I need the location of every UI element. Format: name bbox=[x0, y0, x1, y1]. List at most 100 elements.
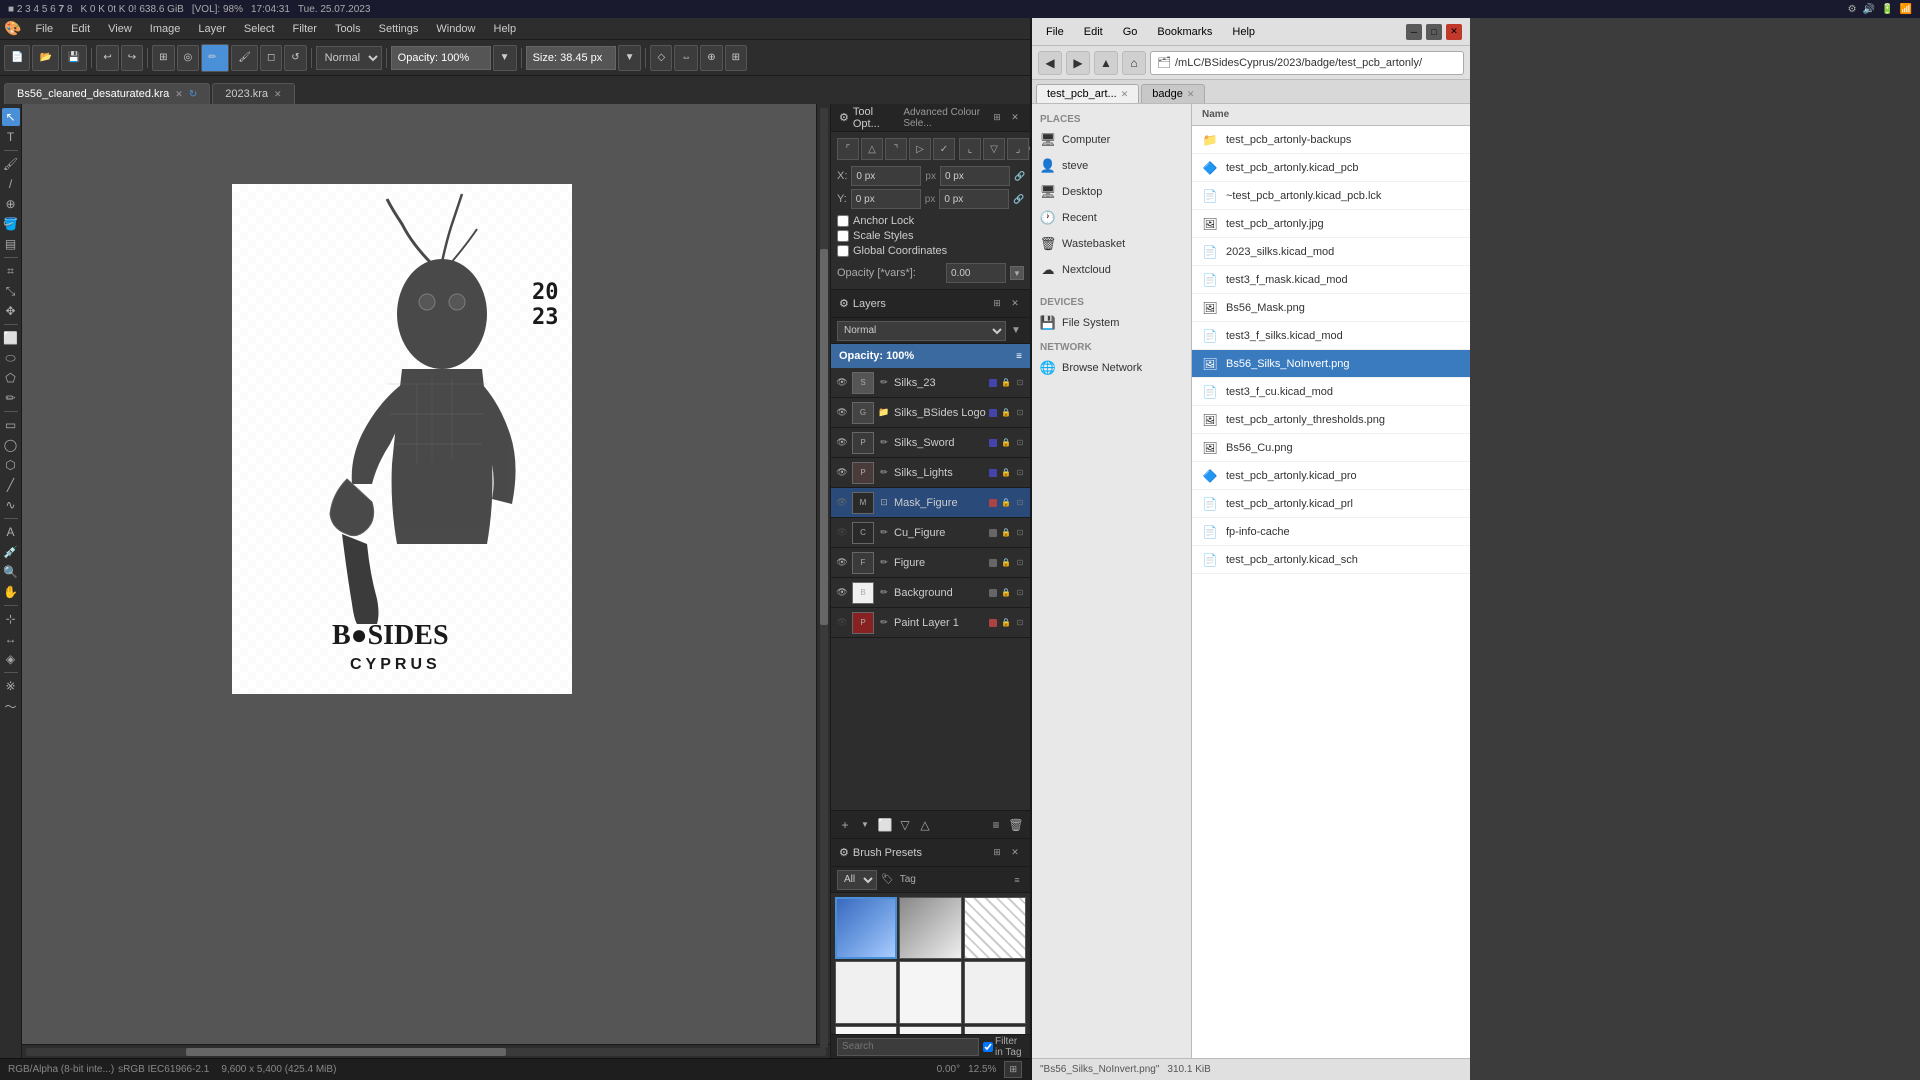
fm-col-name-header[interactable]: Name bbox=[1202, 109, 1460, 120]
layer-vis-silks23[interactable]: 👁 bbox=[835, 376, 849, 390]
y-input-1[interactable] bbox=[851, 189, 921, 209]
layer-inherit-bg[interactable]: ⊡ bbox=[1014, 587, 1026, 599]
tab-bs56-close[interactable]: ✕ bbox=[175, 89, 183, 100]
fm-home-btn[interactable]: ⌂ bbox=[1122, 51, 1146, 75]
v-scrollbar[interactable] bbox=[816, 104, 830, 1044]
fm-tab-badge[interactable]: badge ✕ bbox=[1141, 84, 1205, 103]
layer-inherit-cu[interactable]: ⊡ bbox=[1014, 527, 1026, 539]
fm-menu-go[interactable]: Go bbox=[1117, 24, 1144, 40]
fm-place-wastebasket[interactable]: 🗑 Wastebasket bbox=[1032, 231, 1191, 257]
sys-tray-icon2[interactable]: 🔊 bbox=[1863, 4, 1875, 15]
mirror-h-btn[interactable]: ⇔ bbox=[674, 45, 698, 71]
brush-presets-options-btn[interactable]: ≡ bbox=[1010, 873, 1024, 887]
fm-place-browse-network[interactable]: 🌐 Browse Network bbox=[1032, 355, 1191, 381]
brush-item-5[interactable] bbox=[899, 961, 961, 1023]
crop-tool[interactable]: ⌗ bbox=[2, 262, 20, 280]
layer-inherit-paint1[interactable]: ⊡ bbox=[1014, 617, 1026, 629]
sys-tray-icon1[interactable]: ⚙ bbox=[1848, 4, 1857, 15]
eyedropper-tool[interactable]: 💉 bbox=[2, 543, 20, 561]
menu-layer[interactable]: Layer bbox=[190, 21, 234, 37]
fm-menu-file[interactable]: File bbox=[1040, 24, 1070, 40]
layer-vis-paint1[interactable]: 👁 bbox=[835, 616, 849, 630]
freehand-select-tool[interactable]: ✏ bbox=[2, 389, 20, 407]
layer-alpha-paint1[interactable]: 🔒 bbox=[1000, 617, 1012, 629]
layer-figure[interactable]: 👁 F ✏ Figure 🔒 ⊡ bbox=[831, 548, 1030, 578]
fm-file-test3-f-mask[interactable]: 📄 test3_f_mask.kicad_mod bbox=[1192, 266, 1470, 294]
layer-alpha-bsides[interactable]: 🔒 bbox=[1000, 407, 1012, 419]
brush-preset-button[interactable]: 🖌 bbox=[231, 45, 258, 71]
sys-tray-icon3[interactable]: 🔋 bbox=[1881, 4, 1893, 15]
select-tool[interactable]: ↖ bbox=[2, 108, 20, 126]
anchor-lock-checkbox[interactable] bbox=[837, 215, 849, 227]
layer-alpha-lights[interactable]: 🔒 bbox=[1000, 467, 1012, 479]
layer-alpha-bg[interactable]: 🔒 bbox=[1000, 587, 1012, 599]
geo-btn-bottomleft[interactable]: ⌞ bbox=[959, 138, 981, 160]
brush-item-9[interactable] bbox=[964, 1026, 1026, 1034]
menu-view[interactable]: View bbox=[100, 21, 140, 37]
gradient-tool[interactable]: ▤ bbox=[2, 235, 20, 253]
brush-select-button[interactable]: ✏ bbox=[201, 44, 229, 72]
brush-item-8[interactable] bbox=[899, 1026, 961, 1034]
layer-paint1[interactable]: 👁 P ✏ Paint Layer 1 🔒 ⊡ bbox=[831, 608, 1030, 638]
brush-search-input[interactable] bbox=[837, 1038, 979, 1056]
layers-delete-btn[interactable]: 🗑 bbox=[1008, 817, 1024, 833]
layer-inherit-mask[interactable]: ⊡ bbox=[1014, 497, 1026, 509]
fm-file-jpg[interactable]: 🖼 test_pcb_artonly.jpg bbox=[1192, 210, 1470, 238]
fm-file-test3-f-silks[interactable]: 📄 test3_f_silks.kicad_mod bbox=[1192, 322, 1470, 350]
fm-file-kicad-pcb[interactable]: 🔷 test_pcb_artonly.kicad_pcb bbox=[1192, 154, 1470, 182]
freehand-brush-tool[interactable]: 🖌 bbox=[2, 155, 20, 173]
layers-copy-btn[interactable]: ⬜ bbox=[877, 817, 893, 833]
y-lock-icon[interactable]: 🔗 bbox=[1013, 192, 1024, 206]
layer-vis-cu[interactable]: 👁 bbox=[835, 526, 849, 540]
layer-vis-lights[interactable]: 👁 bbox=[835, 466, 849, 480]
new-file-button[interactable]: 📄 bbox=[4, 45, 30, 71]
brush-item-2[interactable] bbox=[899, 897, 961, 959]
layers-merge-down-btn[interactable]: ▽ bbox=[897, 817, 913, 833]
fm-place-computer[interactable]: 🖥 Computer bbox=[1032, 127, 1191, 153]
fm-file-kicad-pro[interactable]: 🔷 test_pcb_artonly.kicad_pro bbox=[1192, 462, 1470, 490]
open-file-button[interactable]: 📂 bbox=[32, 45, 58, 71]
brush-item-1[interactable] bbox=[835, 897, 897, 959]
layer-inherit-sword[interactable]: ⊡ bbox=[1014, 437, 1026, 449]
refresh-button[interactable]: ↺ bbox=[284, 45, 306, 71]
zoom-100-button[interactable]: ◎ bbox=[177, 45, 200, 71]
y-input-2[interactable] bbox=[939, 189, 1009, 209]
layer-cu-figure[interactable]: 👁 C ✏ Cu_Figure 🔒 ⊡ bbox=[831, 518, 1030, 548]
layer-background[interactable]: 👁 B ✏ Background 🔒 ⊡ bbox=[831, 578, 1030, 608]
layer-vis-figure[interactable]: 👁 bbox=[835, 556, 849, 570]
zoom-tool[interactable]: 🔍 bbox=[2, 563, 20, 581]
pan-tool[interactable]: ✋ bbox=[2, 583, 20, 601]
rect-select-tool[interactable]: ⬜ bbox=[2, 329, 20, 347]
fm-tab-pcb[interactable]: test_pcb_art... ✕ bbox=[1036, 84, 1139, 103]
layers-float-btn[interactable]: ⊞ bbox=[990, 297, 1004, 311]
layer-silks23[interactable]: 👁 S ✏ Silks_23 🔒 ⊡ bbox=[831, 368, 1030, 398]
bezier-tool[interactable]: ∿ bbox=[2, 496, 20, 514]
fm-place-filesystem[interactable]: 💾 File System bbox=[1032, 310, 1191, 336]
brush-filter-checkbox[interactable] bbox=[983, 1042, 993, 1052]
tab-bs56-refresh[interactable]: ↻ bbox=[189, 89, 197, 100]
assistant-tool[interactable]: ⊹ bbox=[2, 610, 20, 628]
brush-item-6[interactable] bbox=[964, 961, 1026, 1023]
canvas-area[interactable]: B●SIDES CYPRUS 20 23 bbox=[22, 104, 830, 1058]
layer-vis-mask[interactable]: 👁 bbox=[835, 496, 849, 510]
geo-btn-right[interactable]: ▷ bbox=[909, 138, 931, 160]
layer-vis-bg[interactable]: 👁 bbox=[835, 586, 849, 600]
blend-mode-select[interactable]: Normal bbox=[316, 46, 382, 70]
menu-settings[interactable]: Settings bbox=[371, 21, 427, 37]
brush-item-4[interactable] bbox=[835, 961, 897, 1023]
fm-maximize-btn[interactable]: □ bbox=[1426, 24, 1442, 40]
transform-tool[interactable]: ⤡ bbox=[2, 282, 20, 300]
calligraphy-tool[interactable]: / bbox=[2, 175, 20, 193]
ellipse-tool[interactable]: ◯ bbox=[2, 436, 20, 454]
layer-silks-bsides[interactable]: 👁 G 📁 Silks_BSides Logo 🔒 ⊡ bbox=[831, 398, 1030, 428]
menu-select[interactable]: Select bbox=[236, 21, 283, 37]
tool-opacity-input[interactable] bbox=[946, 263, 1006, 283]
x-input-2[interactable] bbox=[940, 166, 1010, 186]
geo-btn-topleft[interactable]: ⌜ bbox=[837, 138, 859, 160]
layer-mask-figure[interactable]: 👁 M ⊡ Mask_Figure 🔒 ⊡ bbox=[831, 488, 1030, 518]
geo-btn-topright[interactable]: ⌝ bbox=[885, 138, 907, 160]
geo-btn-check[interactable]: ✓ bbox=[933, 138, 955, 160]
brush-tag-icon[interactable]: 🏷 bbox=[881, 874, 894, 885]
layer-vis-sword[interactable]: 👁 bbox=[835, 436, 849, 450]
fm-file-bs56-noinvert[interactable]: 🖼 Bs56_Silks_NoInvert.png bbox=[1192, 350, 1470, 378]
